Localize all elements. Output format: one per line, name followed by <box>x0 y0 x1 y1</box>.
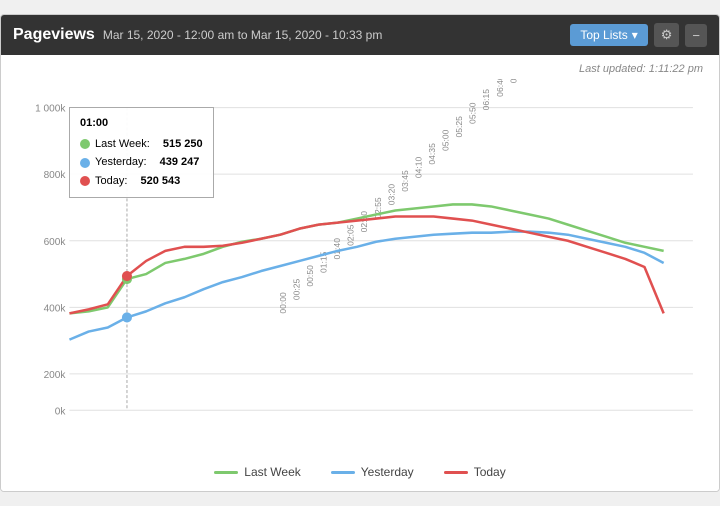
today-legend-label: Today <box>474 465 506 479</box>
svg-text:00:50: 00:50 <box>305 265 315 287</box>
svg-text:400k: 400k <box>44 303 67 314</box>
top-lists-label: Top Lists <box>580 28 627 42</box>
svg-text:07:05: 07:05 <box>508 79 518 83</box>
collapse-button[interactable]: − <box>685 24 707 47</box>
yesterday-line <box>69 232 663 340</box>
svg-text:03:20: 03:20 <box>386 184 396 206</box>
legend-yesterday: Yesterday <box>331 465 414 479</box>
svg-text:04:35: 04:35 <box>427 143 437 165</box>
pageviews-widget: Pageviews Mar 15, 2020 - 12:00 am to Mar… <box>0 14 720 492</box>
chart-legend: Last Week Yesterday Today <box>17 465 703 479</box>
last-week-legend-label: Last Week <box>244 465 300 479</box>
svg-text:05:50: 05:50 <box>468 102 478 124</box>
header-actions: Top Lists ▾ ⚙ − <box>570 23 707 47</box>
svg-text:06:15: 06:15 <box>481 89 491 111</box>
svg-text:00:00: 00:00 <box>278 292 288 314</box>
chart-area: 1 000k 800k 600k 400k 200k 0k 00:00 00:2… <box>17 79 703 459</box>
widget-body: Last updated: 1:11:22 pm 1 000k 800k 600… <box>1 55 719 491</box>
y-axis: 1 000k 800k 600k 400k 200k 0k <box>35 104 693 418</box>
last-updated: Last updated: 1:11:22 pm <box>17 63 703 75</box>
svg-text:05:00: 05:00 <box>441 129 451 151</box>
svg-text:03:45: 03:45 <box>400 170 410 192</box>
header-date: Mar 15, 2020 - 12:00 am to Mar 15, 2020 … <box>103 28 383 42</box>
svg-text:600k: 600k <box>44 237 67 248</box>
legend-last-week: Last Week <box>214 465 300 479</box>
svg-text:02:30: 02:30 <box>359 211 369 233</box>
legend-today: Today <box>444 465 506 479</box>
svg-text:06:40: 06:40 <box>495 79 505 97</box>
svg-text:200k: 200k <box>44 370 67 381</box>
svg-text:00:25: 00:25 <box>291 278 301 300</box>
svg-text:800k: 800k <box>44 170 67 181</box>
svg-text:04:10: 04:10 <box>413 156 423 178</box>
minus-icon: − <box>692 28 700 43</box>
yesterday-legend-line <box>331 471 355 474</box>
chart-svg: 1 000k 800k 600k 400k 200k 0k 00:00 00:2… <box>17 79 703 459</box>
yesterday-legend-label: Yesterday <box>361 465 414 479</box>
top-lists-button[interactable]: Top Lists ▾ <box>570 24 647 46</box>
svg-text:0k: 0k <box>55 406 67 417</box>
today-dot <box>122 271 132 281</box>
svg-text:01:40: 01:40 <box>332 238 342 260</box>
chevron-down-icon: ▾ <box>632 28 638 42</box>
last-week-legend-line <box>214 471 238 474</box>
yesterday-dot <box>122 312 132 322</box>
svg-text:02:05: 02:05 <box>346 224 356 246</box>
gear-icon: ⚙ <box>661 27 673 42</box>
svg-text:05:25: 05:25 <box>454 116 464 138</box>
header-left: Pageviews Mar 15, 2020 - 12:00 am to Mar… <box>13 26 382 44</box>
x-axis: 00:00 00:25 00:50 01:15 01:40 02:05 02:3… <box>267 79 703 319</box>
today-legend-line <box>444 471 468 474</box>
widget-header: Pageviews Mar 15, 2020 - 12:00 am to Mar… <box>1 15 719 55</box>
settings-button[interactable]: ⚙ <box>654 23 680 47</box>
svg-text:1 000k: 1 000k <box>35 104 66 115</box>
widget-title: Pageviews <box>13 26 95 44</box>
